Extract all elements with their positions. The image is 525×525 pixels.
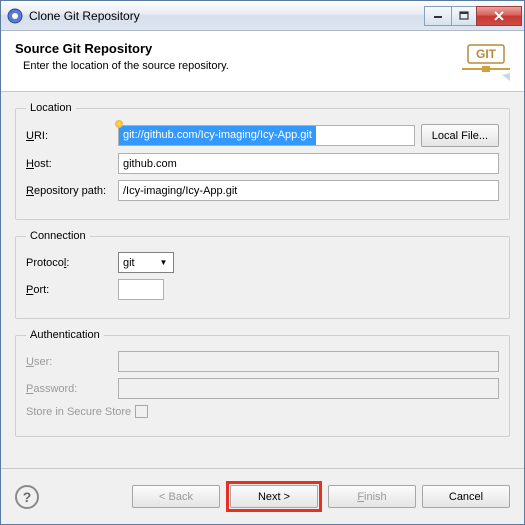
store-secure-label: Store in Secure Store: [26, 406, 131, 418]
button-bar: ? < Back Next > Finish Cancel: [1, 468, 524, 524]
protocol-label: Protocol:: [26, 257, 118, 269]
local-file-button[interactable]: Local File...: [421, 124, 499, 147]
password-input: [118, 378, 499, 399]
host-label: Host:: [26, 158, 118, 170]
next-button[interactable]: Next >: [230, 485, 318, 508]
protocol-value: git: [123, 257, 135, 269]
repo-path-input[interactable]: [118, 180, 499, 201]
back-button: < Back: [132, 485, 220, 508]
page-subtitle: Enter the location of the source reposit…: [23, 60, 454, 72]
cancel-button[interactable]: Cancel: [422, 485, 510, 508]
protocol-select[interactable]: git ▼: [118, 252, 174, 273]
user-input: [118, 351, 499, 372]
password-label: Password:: [26, 383, 118, 395]
maximize-button[interactable]: [451, 6, 477, 26]
window-title: Clone Git Repository: [29, 9, 425, 23]
git-icon: GIT: [462, 41, 510, 81]
uri-input[interactable]: git://github.com/Icy-imaging/Icy-App.git: [118, 125, 415, 146]
authentication-legend: Authentication: [26, 329, 104, 341]
uri-label: URI:: [26, 130, 118, 142]
dialog-window: Clone Git Repository Source Git Reposito…: [0, 0, 525, 525]
finish-button: Finish: [328, 485, 416, 508]
authentication-group: Authentication User: Password: Store in …: [15, 329, 510, 437]
port-label: Port:: [26, 284, 118, 296]
location-group: Location URI: git://github.com/Icy-imagi…: [15, 102, 510, 220]
connection-legend: Connection: [26, 230, 90, 242]
user-label: User:: [26, 356, 118, 368]
port-input[interactable]: [118, 279, 164, 300]
store-secure-checkbox: [135, 405, 148, 418]
chevron-down-icon: ▼: [156, 255, 171, 270]
help-button[interactable]: ?: [15, 485, 39, 509]
svg-text:GIT: GIT: [476, 47, 497, 61]
window-controls: [425, 6, 522, 26]
connection-group: Connection Protocol: git ▼ Port:: [15, 230, 510, 319]
location-legend: Location: [26, 102, 76, 114]
close-button[interactable]: [476, 6, 522, 26]
titlebar[interactable]: Clone Git Repository: [1, 1, 524, 31]
minimize-button[interactable]: [424, 6, 452, 26]
lightbulb-icon: [115, 120, 123, 128]
page-title: Source Git Repository: [15, 41, 454, 56]
app-icon: [7, 8, 23, 24]
dialog-content: Location URI: git://github.com/Icy-imagi…: [1, 92, 524, 468]
repo-path-label: Repository path:: [26, 185, 118, 197]
host-input[interactable]: [118, 153, 499, 174]
next-highlight: Next >: [226, 481, 322, 512]
dialog-header: Source Git Repository Enter the location…: [1, 31, 524, 92]
